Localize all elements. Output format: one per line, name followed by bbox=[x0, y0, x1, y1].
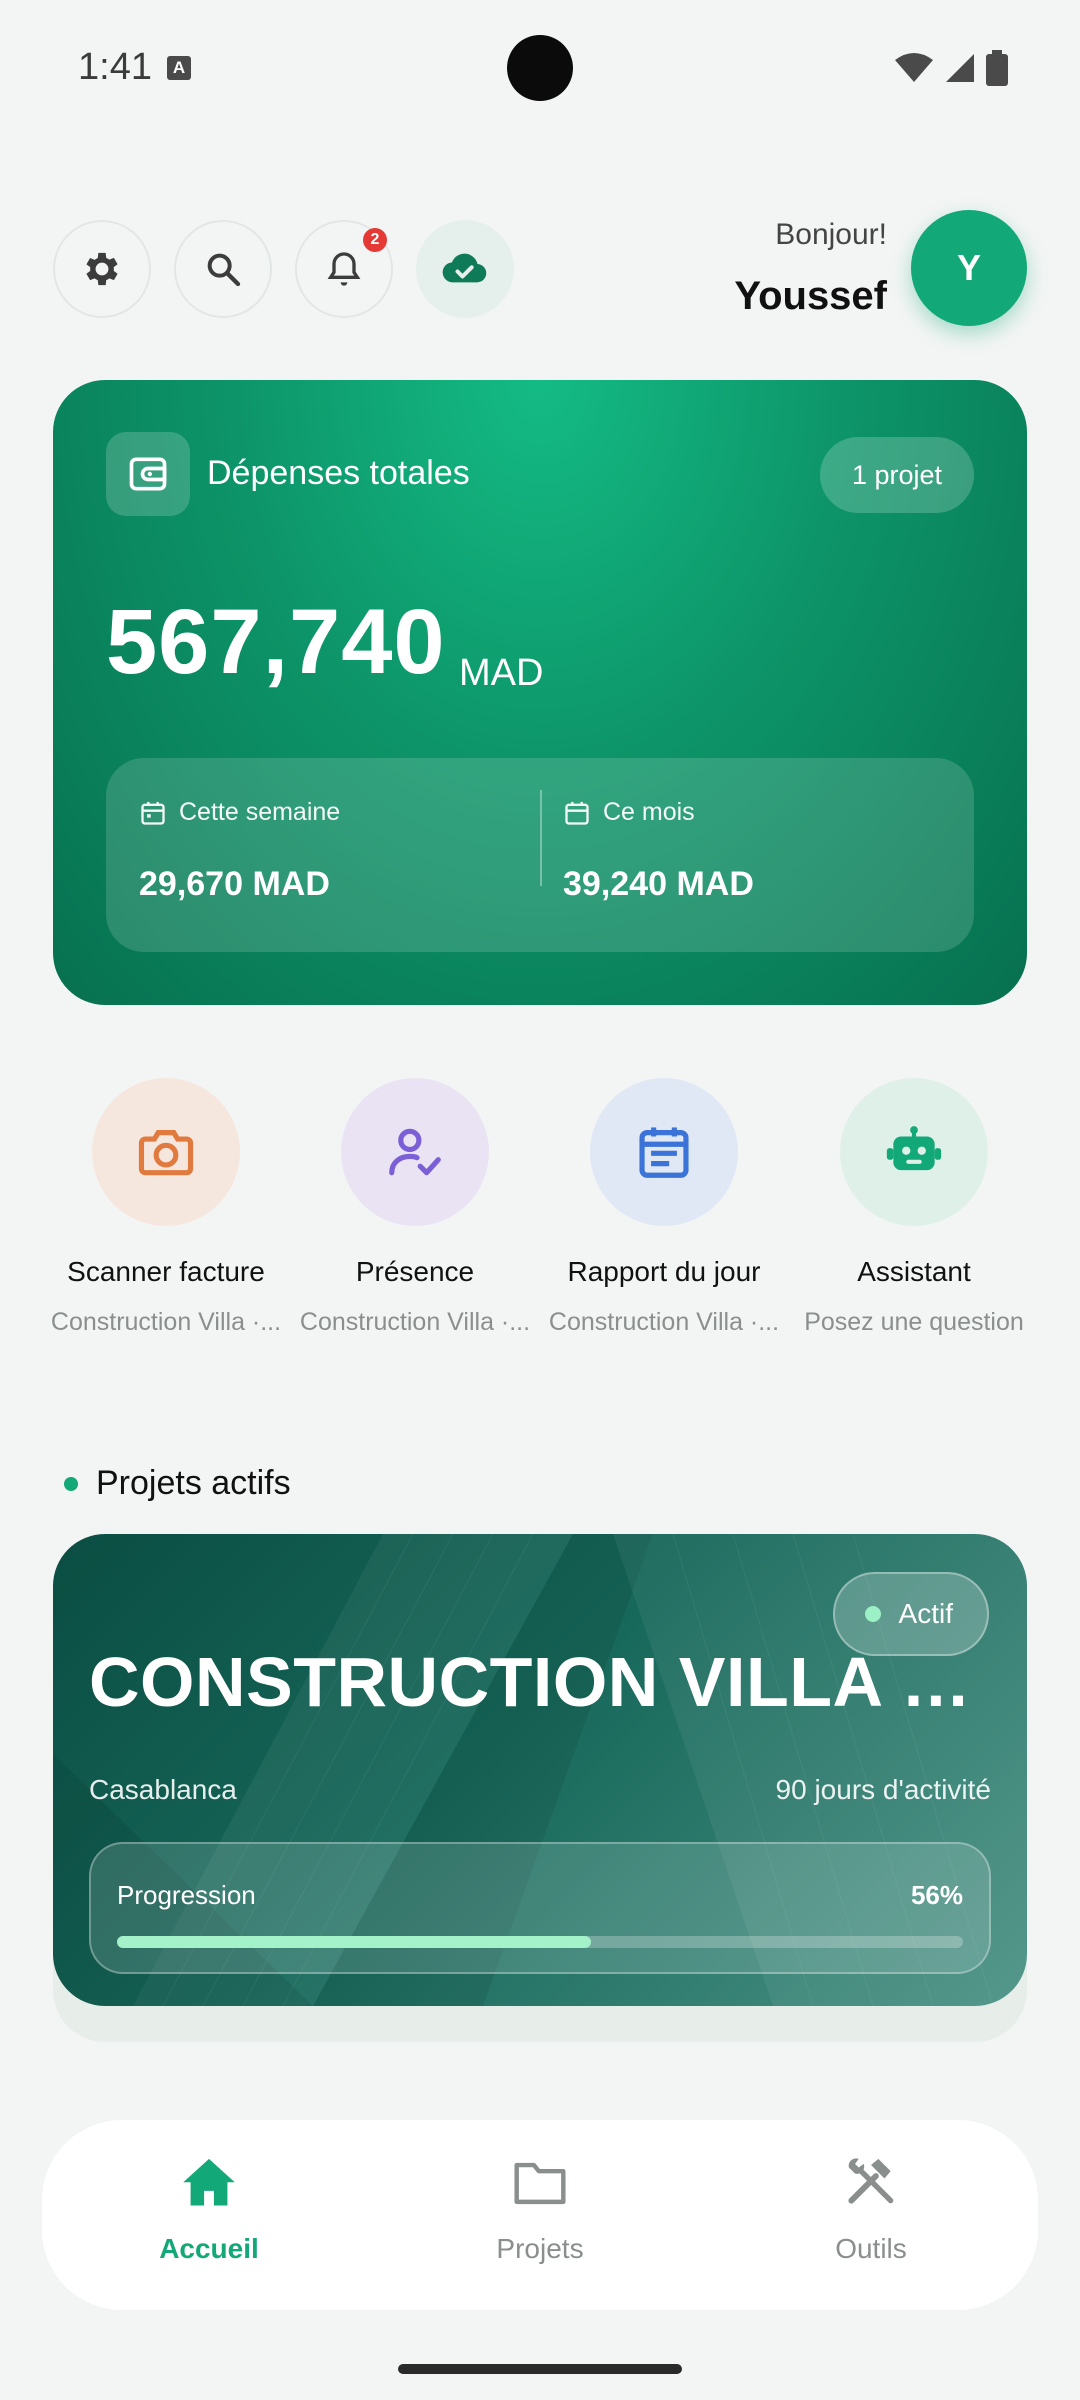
nav-item-projets[interactable]: Projets bbox=[430, 2154, 650, 2265]
calendar-icon bbox=[565, 801, 589, 825]
section-title: Projets actifs bbox=[64, 1464, 291, 1503]
project-count-pill[interactable]: 1 projet bbox=[819, 437, 974, 513]
gear-icon bbox=[86, 252, 118, 286]
search-button[interactable] bbox=[174, 220, 272, 318]
progress-box: Progression 56% bbox=[89, 1842, 991, 1974]
project-card[interactable]: Actif CONSTRUCTION VILLA · C... Casablan… bbox=[53, 1534, 1027, 2006]
action-title: Scanner facture bbox=[67, 1256, 265, 1287]
settings-button[interactable] bbox=[53, 220, 151, 318]
action-subtitle: Construction Villa ·... bbox=[299, 1308, 531, 1336]
month-label: Ce mois bbox=[603, 798, 695, 826]
sync-button[interactable] bbox=[416, 220, 514, 318]
progress-label: Progression bbox=[117, 1880, 256, 1910]
project-days: 90 jours d'activité bbox=[775, 1774, 991, 1805]
expenses-title: Dépenses totales bbox=[207, 454, 470, 492]
bell-icon bbox=[327, 252, 361, 286]
calendar-report-icon bbox=[639, 1127, 689, 1178]
status-time: 1:41 bbox=[78, 46, 152, 88]
nav-item-outils[interactable]: Outils bbox=[761, 2154, 981, 2265]
month-summary: Ce mois 39,240 MAD bbox=[563, 798, 754, 904]
action-subtitle: Posez une question bbox=[804, 1308, 1024, 1336]
wifi-icon bbox=[895, 53, 933, 82]
tools-icon bbox=[848, 2158, 894, 2204]
user-check-icon bbox=[389, 1128, 441, 1176]
status-bar: 1:41 A bbox=[0, 0, 1080, 130]
signal-icon bbox=[946, 54, 974, 82]
home-indicator[interactable] bbox=[398, 2364, 682, 2374]
expenses-currency: MAD bbox=[459, 652, 544, 694]
camera-icon bbox=[138, 1130, 194, 1176]
action-title: Présence bbox=[355, 1256, 475, 1287]
progress-track bbox=[117, 1936, 963, 1948]
folder-icon bbox=[514, 2162, 566, 2205]
avatar[interactable]: Y bbox=[911, 210, 1027, 326]
action-title: Rapport du jour bbox=[567, 1256, 761, 1287]
action-subtitle: Construction Villa ·... bbox=[548, 1308, 780, 1336]
bottom-nav: Accueil Projets Outils bbox=[42, 2120, 1038, 2310]
project-name: CONSTRUCTION VILLA · C... bbox=[89, 1643, 989, 1721]
divider bbox=[540, 790, 542, 886]
week-summary: Cette semaine 29,670 MAD bbox=[139, 798, 340, 904]
status-icons bbox=[894, 50, 1008, 86]
keyboard-indicator-icon: A bbox=[167, 56, 191, 80]
action-presence[interactable]: Présence Construction Villa ·... bbox=[290, 1078, 540, 1337]
week-label: Cette semaine bbox=[179, 798, 341, 826]
action-title: Assistant bbox=[857, 1256, 971, 1287]
header: 2 Bonjour! Youssef Y bbox=[53, 210, 1027, 326]
nav-item-accueil[interactable]: Accueil bbox=[99, 2154, 319, 2265]
wallet-icon bbox=[106, 432, 190, 516]
month-value: 39,240 MAD bbox=[563, 865, 754, 903]
robot-icon bbox=[886, 1126, 942, 1171]
quick-actions: Scanner facture Construction Villa ·... … bbox=[0, 1078, 1080, 1358]
home-icon bbox=[183, 2158, 235, 2206]
status-dot bbox=[864, 1606, 881, 1622]
camera-cutout bbox=[507, 35, 573, 101]
progress-fill bbox=[117, 1936, 591, 1948]
notifications-button[interactable]: 2 bbox=[295, 220, 393, 318]
notification-badge: 2 bbox=[363, 228, 387, 252]
battery-icon bbox=[986, 50, 1008, 86]
action-scanner-facture[interactable]: Scanner facture Construction Villa ·... bbox=[41, 1078, 291, 1337]
expenses-breakdown: Cette semaine 29,670 MAD Ce mois 39,240 … bbox=[106, 758, 974, 952]
action-rapport-du-jour[interactable]: Rapport du jour Construction Villa ·... bbox=[539, 1078, 789, 1337]
section-dot bbox=[64, 1476, 78, 1491]
week-value: 29,670 MAD bbox=[139, 865, 330, 903]
action-subtitle: Construction Villa ·... bbox=[50, 1308, 282, 1336]
project-city: Casablanca bbox=[89, 1774, 237, 1805]
action-assistant[interactable]: Assistant Posez une question bbox=[789, 1078, 1039, 1337]
expenses-total: 567,740 bbox=[106, 591, 446, 693]
progress-value: 56% bbox=[910, 1880, 963, 1910]
search-icon bbox=[207, 253, 241, 287]
greeting: Bonjour! bbox=[775, 218, 887, 251]
calendar-icon bbox=[141, 801, 165, 825]
cloud-check-icon bbox=[442, 253, 487, 283]
expenses-card[interactable]: Dépenses totales 1 projet 567,740 MAD Ce… bbox=[53, 380, 1027, 1005]
user-name: Youssef bbox=[734, 274, 887, 318]
